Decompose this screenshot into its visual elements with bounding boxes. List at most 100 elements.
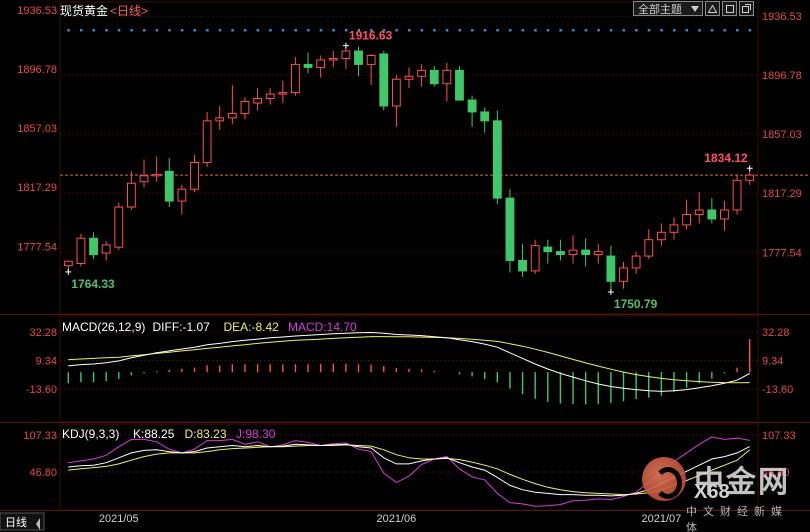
candle-body — [568, 249, 578, 256]
candle-body — [177, 188, 187, 202]
price-dot-marker — [344, 29, 348, 32]
price-dot-marker — [155, 29, 159, 32]
extreme-label: 1764.33 — [71, 277, 115, 291]
candle-body — [101, 244, 111, 254]
price-dot-marker — [433, 29, 436, 32]
price-dot-marker — [307, 29, 310, 32]
candle-body — [316, 59, 326, 68]
candle-body — [114, 206, 124, 248]
macd-ytick-right: 9.34 — [762, 355, 783, 367]
price-dot-marker — [180, 29, 184, 32]
candle-body — [253, 98, 262, 104]
price-dot-marker — [218, 29, 222, 32]
price-ytick-right: 1857.03 — [762, 129, 802, 141]
theme-select[interactable]: 全部主题 — [633, 1, 703, 16]
chevron-down-icon — [691, 5, 699, 12]
candle-body — [556, 251, 565, 256]
macd-ytick-right: 32.28 — [762, 327, 790, 339]
price-dot-marker — [143, 29, 146, 32]
kdj-ytick-right: 107.33 — [762, 430, 796, 442]
price-ytick-left: 1817.29 — [17, 182, 57, 194]
candle-body — [89, 237, 98, 256]
candle-body — [227, 112, 237, 119]
candle-body — [593, 251, 603, 256]
theme-select-value: 全部主题 — [638, 3, 682, 16]
macd-dea-line — [68, 336, 750, 384]
square-icon[interactable] — [722, 1, 737, 16]
triangle-up-icon[interactable] — [705, 1, 720, 16]
price-dot-marker — [483, 29, 487, 32]
candle-body — [619, 267, 628, 282]
chart-canvas[interactable]: 1936.53 1936.53 1896.78 1896.78 1857.03 1857.… — [0, 0, 810, 532]
candle-body — [404, 75, 414, 80]
extreme-label: 1916.63 — [349, 29, 393, 43]
candle-body — [341, 50, 351, 59]
price-dot-marker — [508, 29, 512, 32]
price-dot-marker — [660, 29, 663, 32]
extreme-label: 1834.12 — [704, 151, 748, 165]
candle-body — [328, 57, 338, 61]
price-dot-marker — [231, 29, 234, 32]
price-dot-marker — [534, 29, 537, 32]
brand-watermark: 中金网 X68 中文财经新媒体 — [636, 455, 796, 532]
price-dot-marker — [572, 29, 575, 32]
price-dot-marker — [748, 29, 752, 32]
price-ytick-left: 1857.03 — [17, 123, 57, 135]
price-dot-marker — [294, 29, 297, 32]
price-ytick-right: 1817.29 — [762, 188, 802, 200]
price-dot-marker — [546, 29, 550, 32]
candle-body — [694, 209, 704, 215]
price-dot-marker — [597, 29, 600, 32]
price-dot-marker — [269, 29, 272, 32]
price-dot-marker — [193, 29, 196, 32]
candle-body — [745, 174, 755, 181]
price-dot-marker — [458, 29, 461, 32]
price-dot-marker — [332, 29, 335, 32]
candle-body — [202, 120, 212, 163]
candle-body — [354, 50, 363, 65]
candle-body — [606, 255, 616, 282]
x-axis-label: 2021/05 — [99, 513, 139, 525]
candle-body — [164, 170, 174, 202]
extreme-label: 1750.79 — [614, 297, 658, 311]
candle-body — [732, 179, 742, 211]
candle-body — [265, 93, 275, 100]
period-selector[interactable]: <日线> — [110, 2, 148, 19]
price-dot-marker — [92, 29, 96, 32]
price-ytick-right: 1896.78 — [762, 70, 802, 82]
candle-body — [303, 63, 313, 68]
candle-body — [480, 111, 490, 122]
candle-body — [467, 99, 477, 113]
kdj-legend-item: KDJ(9,3,3) — [62, 427, 119, 441]
price-dot-marker — [117, 29, 121, 32]
price-dot-marker — [105, 29, 108, 32]
price-dot-marker — [647, 29, 651, 32]
price-ytick-left: 1777.54 — [17, 241, 57, 253]
price-dot-marker — [256, 29, 260, 32]
candle-body — [76, 237, 86, 264]
candle-body — [63, 260, 73, 267]
candle-body — [366, 54, 376, 65]
candle-body — [530, 245, 540, 272]
candle-body — [379, 53, 389, 107]
candle-body — [720, 209, 729, 220]
candle-body — [126, 182, 136, 208]
macd-legend-item: DEA:-8.42 — [224, 320, 280, 334]
maximize-icon[interactable] — [739, 1, 754, 16]
candle-body — [278, 92, 288, 95]
price-dot-marker — [67, 29, 70, 32]
price-dot-marker — [685, 29, 689, 32]
candle-body — [707, 209, 717, 220]
candle-body — [682, 213, 692, 226]
candle-body — [240, 101, 250, 114]
price-ytick-left: 1896.78 — [17, 64, 57, 76]
macd-legend-item: MACD:14.70 — [288, 320, 357, 334]
price-dot-marker — [736, 29, 739, 32]
price-dot-marker — [445, 29, 449, 32]
price-dot-marker — [710, 29, 714, 32]
kdj-legend-item: J:98.30 — [236, 427, 276, 441]
price-dot-marker — [395, 29, 398, 32]
kdj-legend-item: K:88.25 — [133, 427, 175, 441]
brand-subtitle: 中文财经新媒体 — [686, 506, 788, 532]
price-ytick-right: 1936.53 — [762, 11, 802, 23]
